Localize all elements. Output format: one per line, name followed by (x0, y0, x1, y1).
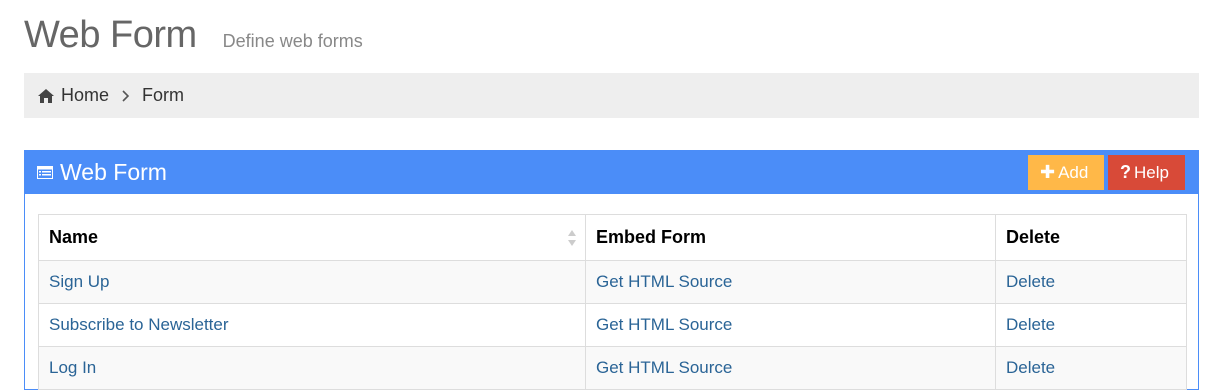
chevron-right-icon (122, 89, 130, 102)
page-subtitle: Define web forms (222, 31, 363, 51)
help-button[interactable]: ? Help (1108, 155, 1185, 190)
breadcrumb-current: Form (142, 85, 185, 105)
panel-heading: Web Form ✚ Add ? Help (25, 151, 1198, 194)
get-html-source-link[interactable]: Get HTML Source (596, 315, 732, 334)
panel-actions: ✚ Add ? Help (1028, 155, 1185, 190)
get-html-source-link[interactable]: Get HTML Source (596, 272, 732, 291)
web-form-table: Name Embed Form Delete Sign Up Get HTML … (38, 214, 1187, 390)
form-name-link[interactable]: Subscribe to Newsletter (49, 315, 229, 334)
page-title: Web Form (24, 14, 197, 56)
list-icon (37, 166, 53, 179)
delete-link[interactable]: Delete (1006, 315, 1055, 334)
table-row: Sign Up Get HTML Source Delete (38, 260, 1187, 304)
table-header-row: Name Embed Form Delete (38, 214, 1187, 261)
add-button-label: Add (1058, 162, 1089, 182)
delete-link[interactable]: Delete (1006, 358, 1055, 377)
breadcrumb-home-label: Home (61, 85, 110, 105)
cell-delete: Delete (995, 303, 1187, 347)
table-row: Log In Get HTML Source Delete (38, 346, 1187, 390)
breadcrumb: Home Form (24, 73, 1199, 118)
web-form-table-wrapper: Name Embed Form Delete Sign Up Get HTML … (38, 214, 1187, 390)
cell-embed: Get HTML Source (585, 346, 996, 390)
cell-name: Subscribe to Newsletter (38, 303, 586, 347)
breadcrumb-home-link[interactable]: Home (38, 85, 109, 106)
cell-name: Sign Up (38, 260, 586, 304)
web-form-panel: Web Form ✚ Add ? Help Name Embed Form De… (24, 150, 1199, 390)
column-header-embed-form: Embed Form (585, 214, 996, 261)
panel-title: Web Form (37, 159, 167, 186)
cell-embed: Get HTML Source (585, 303, 996, 347)
form-name-link[interactable]: Sign Up (49, 272, 109, 291)
sort-icon[interactable] (567, 229, 577, 247)
column-header-delete: Delete (995, 214, 1187, 261)
column-header-name-label: Name (49, 227, 99, 247)
column-header-name[interactable]: Name (38, 214, 586, 261)
help-button-label: Help (1134, 162, 1169, 182)
page-header: Web Form Define web forms (24, 14, 363, 57)
delete-link[interactable]: Delete (1006, 272, 1055, 291)
question-icon: ? (1120, 162, 1131, 182)
get-html-source-link[interactable]: Get HTML Source (596, 358, 732, 377)
add-button[interactable]: ✚ Add (1028, 155, 1104, 190)
plus-icon: ✚ (1040, 162, 1056, 182)
home-icon (38, 88, 54, 103)
table-row: Subscribe to Newsletter Get HTML Source … (38, 303, 1187, 347)
cell-name: Log In (38, 346, 586, 390)
form-name-link[interactable]: Log In (49, 358, 96, 377)
panel-title-text: Web Form (60, 159, 167, 185)
cell-delete: Delete (995, 260, 1187, 304)
cell-embed: Get HTML Source (585, 260, 996, 304)
cell-delete: Delete (995, 346, 1187, 390)
